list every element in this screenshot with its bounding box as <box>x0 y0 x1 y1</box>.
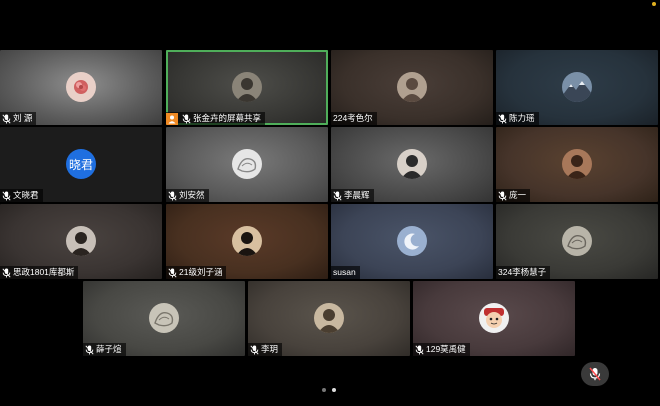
name-label: 224考色尔 <box>331 112 377 125</box>
avatar <box>232 149 262 179</box>
participant-name: susan <box>333 267 356 277</box>
mic-icon <box>250 345 259 355</box>
participant-name: 思政1801库都斯 <box>13 267 75 277</box>
video-tile[interactable]: 刘安然 <box>166 127 328 202</box>
name-label: 文晓君 <box>0 189 43 202</box>
video-tile[interactable]: 324李杨慧子 <box>496 204 658 279</box>
avatar <box>562 72 592 102</box>
name-label: 薛子煊 <box>83 343 126 356</box>
video-tile[interactable]: 庞一 <box>496 127 658 202</box>
participant-name: 薛子煊 <box>96 344 122 354</box>
name-label: 李晨辉 <box>331 189 374 202</box>
participant-name: 庞一 <box>509 190 527 200</box>
video-tile[interactable]: 晓君 文晓君 <box>0 127 162 202</box>
mic-icon <box>168 191 177 201</box>
participant-name: 李晨辉 <box>344 190 370 200</box>
video-tile[interactable]: 张金卉的屏幕共享 <box>166 50 328 125</box>
participant-name: 刘安然 <box>179 190 205 200</box>
avatar <box>66 72 96 102</box>
name-label: 李玥 <box>248 343 283 356</box>
avatar-initials: 晓君 <box>66 149 96 179</box>
status-indicator <box>652 2 656 6</box>
name-label: 思政1801库都斯 <box>0 266 79 279</box>
avatar <box>232 72 262 102</box>
name-label: 刘 源 <box>0 112 37 125</box>
video-tile[interactable]: 陈力瑶 <box>496 50 658 125</box>
video-tile[interactable]: 224考色尔 <box>331 50 493 125</box>
avatar <box>479 303 509 333</box>
mic-icon <box>333 191 342 201</box>
participant-name: 21级刘子涵 <box>179 267 223 277</box>
avatar <box>149 303 179 333</box>
avatar <box>397 149 427 179</box>
video-tile[interactable]: 刘 源 <box>0 50 162 125</box>
mic-icon <box>2 268 11 278</box>
name-label: 张金卉的屏幕共享 <box>166 112 266 125</box>
video-tile[interactable]: 21级刘子涵 <box>166 204 328 279</box>
participant-name: 刘 源 <box>13 113 33 123</box>
participant-name: 陈力瑶 <box>509 113 535 123</box>
video-tile[interactable]: 思政1801库都斯 <box>0 204 162 279</box>
avatar <box>66 226 96 256</box>
mic-icon <box>498 114 507 124</box>
name-label: 324李杨慧子 <box>496 266 551 279</box>
mic-icon <box>415 345 424 355</box>
participant-name: 324李杨慧子 <box>498 267 547 277</box>
mic-icon <box>182 114 191 124</box>
mute-button[interactable] <box>581 362 609 386</box>
avatar <box>562 149 592 179</box>
avatar <box>232 226 262 256</box>
mic-icon <box>85 345 94 355</box>
name-label: 庞一 <box>496 189 531 202</box>
name-label: 刘安然 <box>166 189 209 202</box>
video-tile[interactable]: 129莫禹健 <box>413 281 575 356</box>
screen-share-icon <box>166 112 178 125</box>
participant-name: 张金卉的屏幕共享 <box>193 113 262 123</box>
avatar <box>314 303 344 333</box>
mic-icon <box>498 191 507 201</box>
page-indicator[interactable] <box>322 388 336 392</box>
participant-name: 129莫禹健 <box>426 344 466 354</box>
participant-name: 李玥 <box>261 344 279 354</box>
participant-name: 文晓君 <box>13 190 39 200</box>
name-label: susan <box>331 266 360 279</box>
name-label: 陈力瑶 <box>496 112 539 125</box>
mic-icon <box>2 114 11 124</box>
mic-icon <box>168 268 177 278</box>
video-tile[interactable]: 薛子煊 <box>83 281 245 356</box>
mic-off-icon <box>589 367 601 381</box>
video-tile[interactable]: susan <box>331 204 493 279</box>
participant-name: 224考色尔 <box>333 113 373 123</box>
avatar <box>562 226 592 256</box>
name-label: 21级刘子涵 <box>166 266 227 279</box>
avatar <box>397 226 427 256</box>
page-dot-current[interactable] <box>332 388 336 392</box>
mic-icon <box>2 191 11 201</box>
video-tile[interactable]: 李晨辉 <box>331 127 493 202</box>
video-tile[interactable]: 李玥 <box>248 281 410 356</box>
name-label: 129莫禹健 <box>413 343 470 356</box>
page-dot[interactable] <box>322 388 326 392</box>
avatar <box>397 72 427 102</box>
